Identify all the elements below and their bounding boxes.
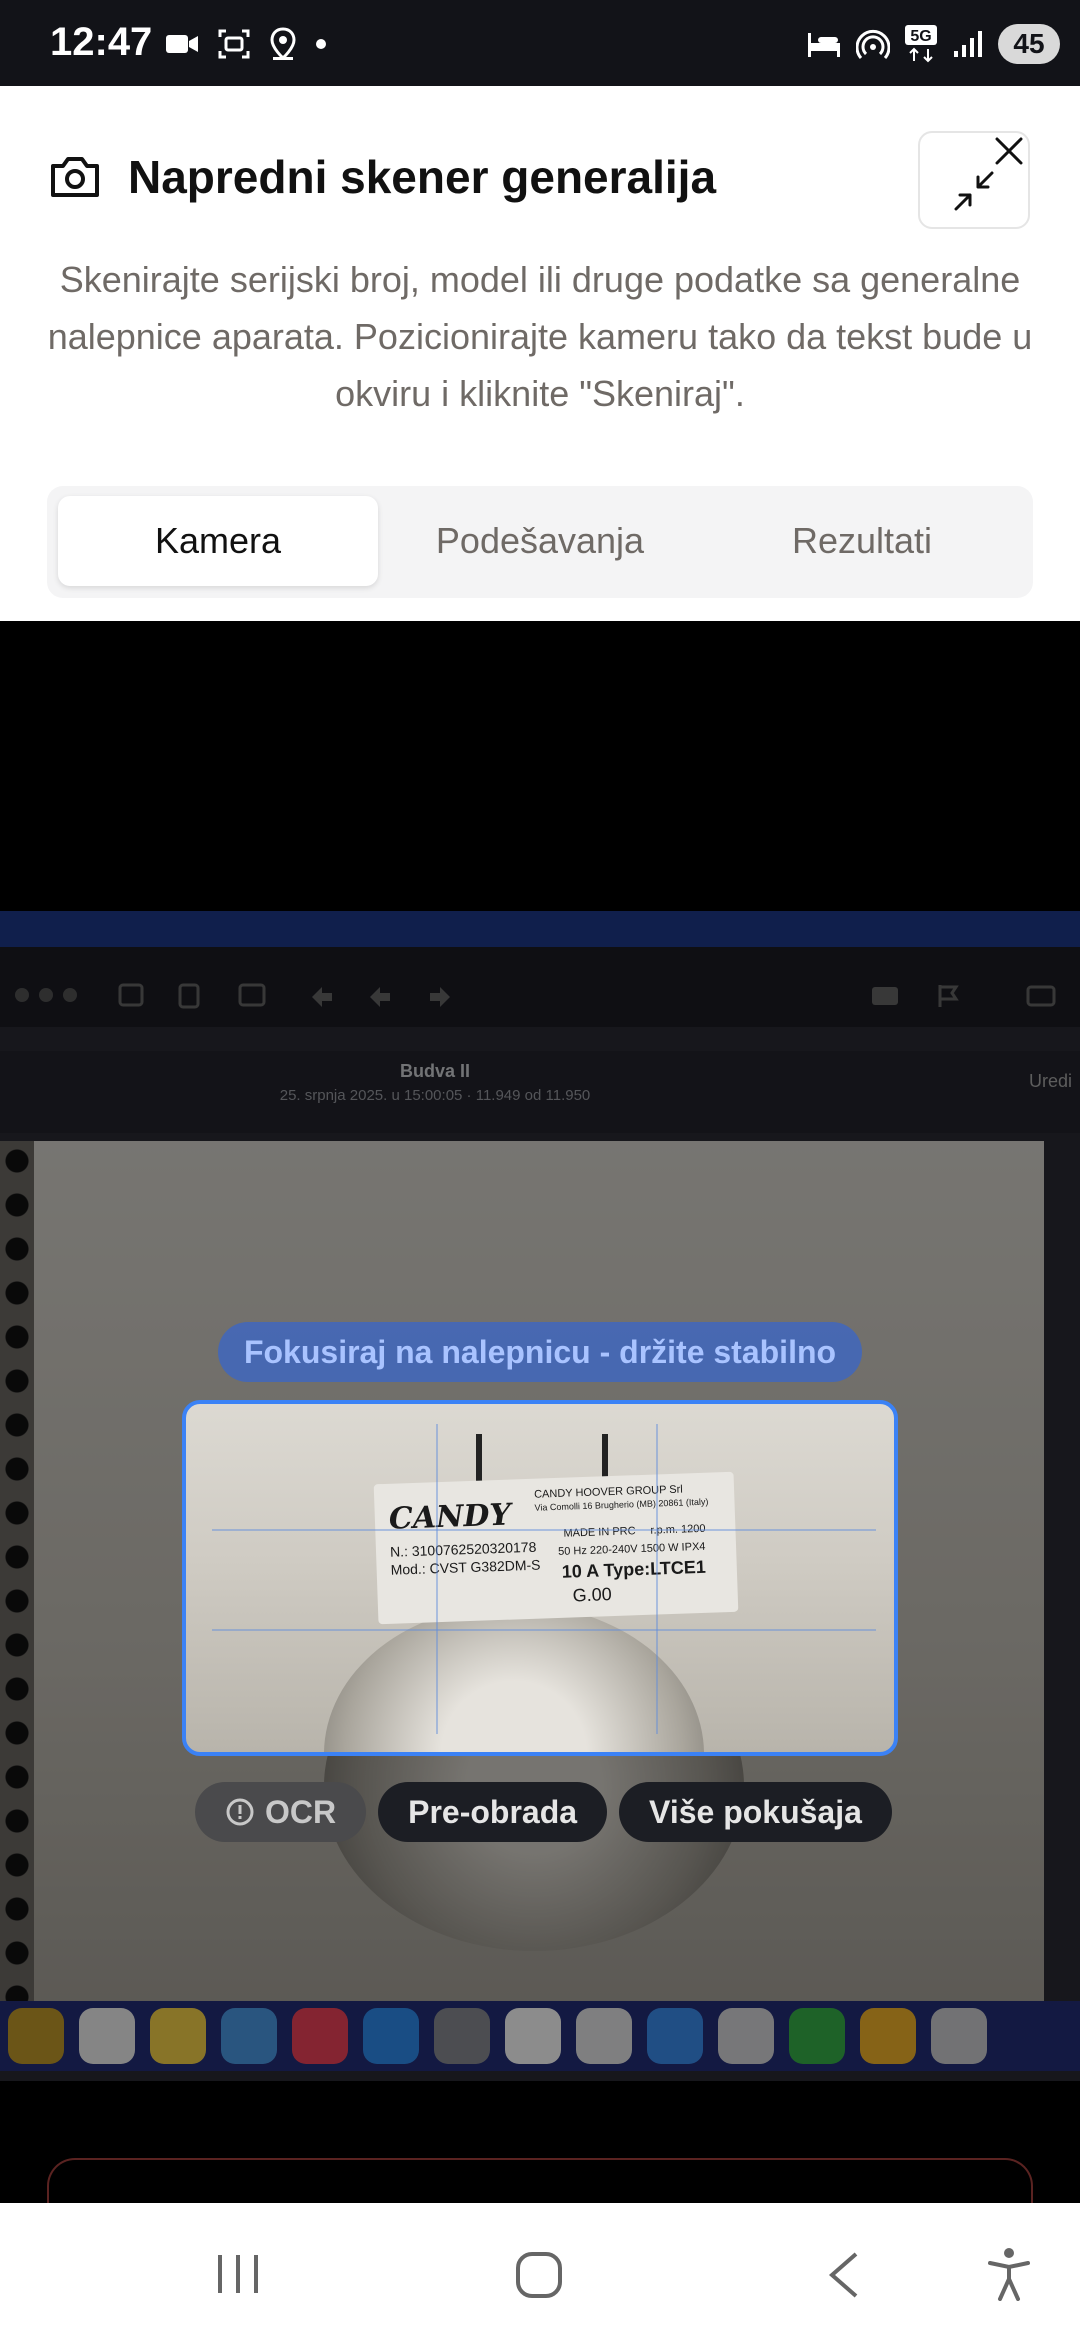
- tab-bar: Kamera Podešavanja Rezultati: [47, 486, 1033, 598]
- scan-button-card[interactable]: [47, 2158, 1033, 2203]
- ocr-toggle[interactable]: OCR: [195, 1782, 367, 1842]
- status-right-icons: 5G 45: [806, 22, 1060, 66]
- svg-text:5G: 5G: [910, 28, 931, 45]
- header-row: Napredni skener generalija: [48, 151, 717, 203]
- location-icon: [270, 27, 296, 61]
- accessibility-icon[interactable]: [986, 2247, 1032, 2301]
- battery-indicator: 45: [998, 24, 1060, 64]
- dot-icon: [316, 39, 326, 49]
- sleep-mode-icon: [808, 33, 840, 57]
- appliance-knob: [324, 1604, 704, 1752]
- scanner-sheet: Napredni skener generalija Skenirajte se…: [0, 86, 1080, 621]
- signal-5g-icon: 5G: [905, 25, 937, 63]
- tab-rezultati[interactable]: Rezultati: [702, 496, 1022, 586]
- page-title: Napredni skener generalija: [128, 151, 717, 203]
- preprocessing-toggle[interactable]: Pre-obrada: [378, 1782, 608, 1842]
- description: Skenirajte serijski broj, model ili drug…: [47, 259, 1033, 414]
- status-bar: 12:47 5G 45: [0, 0, 1080, 86]
- camera-icon: [51, 157, 99, 197]
- status-left-icons: [165, 26, 327, 62]
- screenshot-icon: [218, 29, 250, 59]
- status-time: 12:47: [50, 20, 153, 64]
- appliance-label: CANDY CANDY HOOVER GROUP Srl Via Comolli…: [373, 1471, 739, 1625]
- video-camera-icon: [166, 35, 198, 53]
- signal-bars-icon: [954, 31, 982, 57]
- minimize-icon: [954, 171, 994, 211]
- camera-preview[interactable]: Budva II 25. srpnja 2025. u 15:00:05 · 1…: [0, 621, 1080, 2203]
- info-circle-icon: [226, 1798, 254, 1826]
- scan-frame: CANDY CANDY HOOVER GROUP Srl Via Comolli…: [182, 1400, 898, 1756]
- recent-apps-icon[interactable]: [215, 2253, 261, 2295]
- scan-options: OCR Pre-obrada Više pokušaja: [195, 1782, 892, 1842]
- system-nav-bar: [0, 2203, 1080, 2340]
- multiple-attempts-toggle[interactable]: Više pokušaja: [619, 1782, 892, 1842]
- tab-podesavanja[interactable]: Podešavanja: [380, 496, 700, 586]
- home-icon[interactable]: [515, 2251, 563, 2299]
- focus-hint: Fokusiraj na nalepnicu - držite stabilno: [218, 1322, 862, 1382]
- back-icon[interactable]: [826, 2251, 860, 2299]
- tab-kamera[interactable]: Kamera: [58, 496, 378, 586]
- close-icon[interactable]: [994, 136, 1024, 166]
- hotspot-icon: [856, 29, 890, 59]
